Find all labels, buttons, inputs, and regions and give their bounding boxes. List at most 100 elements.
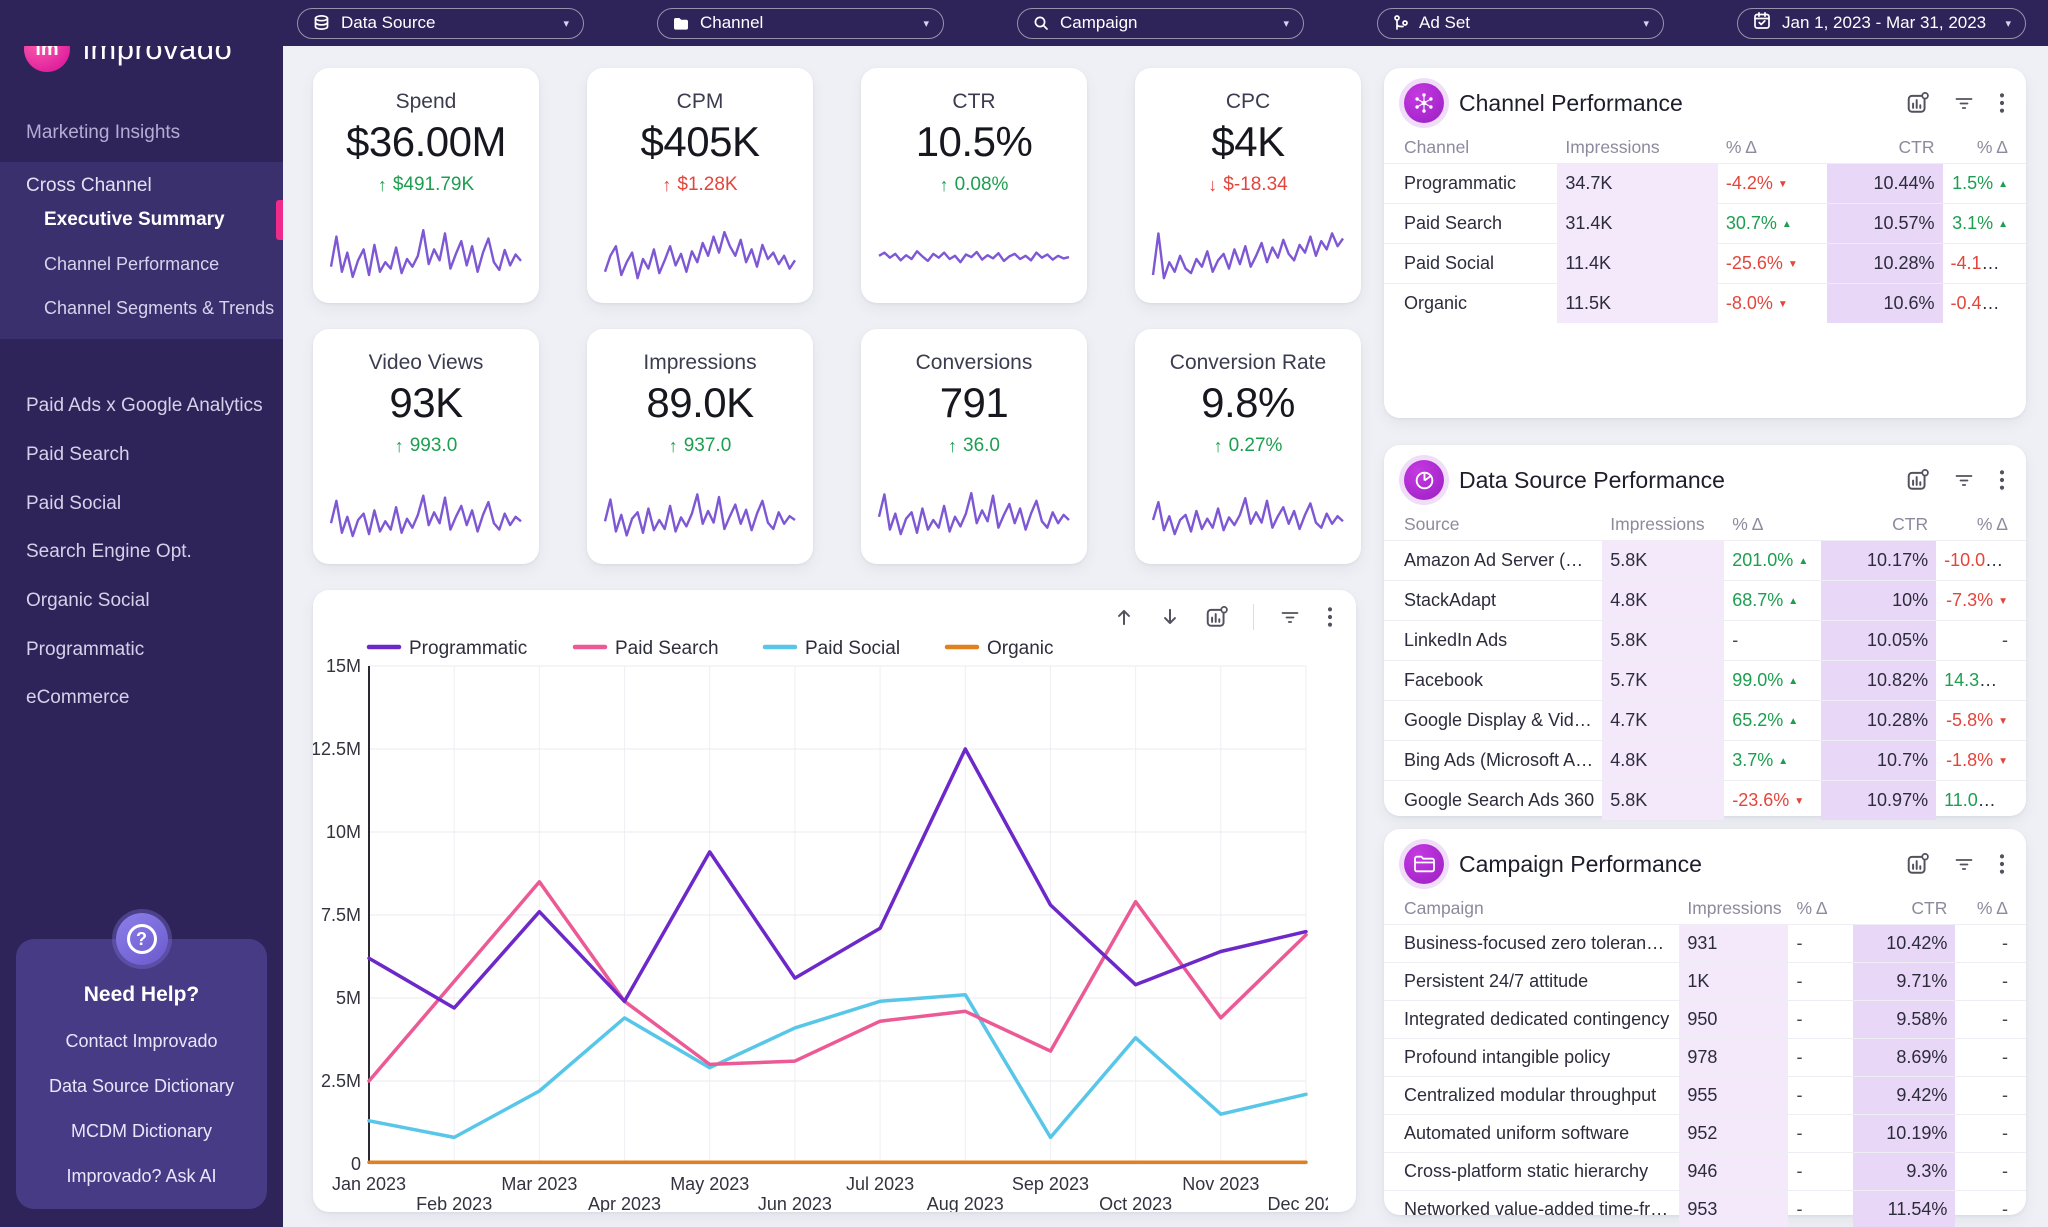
legend-item-programmatic[interactable]: Programmatic <box>369 638 527 659</box>
sidebar-item-paid-ads-x-google-analytics[interactable]: Paid Ads x Google Analytics <box>0 382 283 431</box>
kpi-title: Spend <box>396 90 457 114</box>
row-name: Integrated dedicated contingency <box>1384 1001 1679 1039</box>
filter-icon[interactable] <box>1952 92 1976 114</box>
branch-icon <box>1392 14 1409 32</box>
chart-settings-icon[interactable] <box>1205 605 1229 629</box>
panel-actions <box>1906 852 2006 876</box>
help-link-contact-improvado[interactable]: Contact Improvado <box>26 1031 257 1052</box>
kpi-card-cpc: CPC$4K↓$-18.34 <box>1135 68 1361 303</box>
legend-item-organic[interactable]: Organic <box>947 638 1054 659</box>
impressions-delta-cell: -4.2% ▼ <box>1718 164 1827 204</box>
svg-text:12.5M: 12.5M <box>313 739 361 759</box>
sidebar-item-search-engine-opt-[interactable]: Search Engine Opt. <box>0 528 283 577</box>
arrow-down-icon[interactable] <box>1159 606 1181 628</box>
filter-data-source-dropdown[interactable]: Data Source▾ <box>297 8 584 39</box>
help-title: Need Help? <box>26 983 257 1007</box>
svg-text:Organic: Organic <box>987 638 1054 659</box>
kpi-card-cpm: CPM$405K↑$1.28K <box>587 68 813 303</box>
sidebar-item-ecommerce[interactable]: eCommerce <box>0 674 283 723</box>
filter-icon[interactable] <box>1952 853 1976 875</box>
row-name: Networked value-added time-frame <box>1384 1191 1679 1227</box>
impressions-delta-cell: - <box>1788 1077 1852 1115</box>
table-row[interactable]: Profound intangible policy978-8.69%- <box>1384 1039 2026 1077</box>
kebab-menu-icon[interactable] <box>1998 91 2006 115</box>
impressions-cell: 34.7K <box>1557 164 1718 204</box>
svg-text:Nov 2023: Nov 2023 <box>1182 1174 1259 1194</box>
table-row[interactable]: StackAdapt4.8K68.7% ▲10%-7.3% ▼ <box>1384 581 2026 621</box>
svg-text:7.5M: 7.5M <box>321 905 361 925</box>
ctr-delta-cell: -10.0% ▼ <box>1936 541 2026 581</box>
sidebar-item-programmatic[interactable]: Programmatic <box>0 625 283 674</box>
arrow-up-icon[interactable] <box>1113 606 1135 628</box>
legend-item-paid-social[interactable]: Paid Social <box>765 638 900 659</box>
database-icon <box>312 14 331 32</box>
svg-text:15M: 15M <box>326 656 361 676</box>
chart-settings-icon[interactable] <box>1906 468 1930 492</box>
kpi-sparkline <box>601 480 799 556</box>
kpi-title: Conversions <box>916 351 1033 375</box>
table-row[interactable]: LinkedIn Ads5.8K-10.05%- <box>1384 621 2026 661</box>
table-row[interactable]: Facebook5.7K99.0% ▲10.82%14.3% ▲ <box>1384 661 2026 701</box>
panel-title: Data Source Performance <box>1459 467 1891 494</box>
kpi-delta: ↑0.27% <box>1214 435 1283 457</box>
row-name: Organic <box>1384 284 1557 324</box>
filter-icon[interactable] <box>1278 606 1302 628</box>
ctr-cell: 8.69% <box>1853 1039 1956 1077</box>
filter-channel-dropdown[interactable]: Channel▾ <box>657 8 944 39</box>
row-name: Amazon Ad Server (Sizme... <box>1384 541 1602 581</box>
table-row[interactable]: Cross-platform static hierarchy946-9.3%- <box>1384 1153 2026 1191</box>
impressions-delta-cell: 3.7% ▲ <box>1724 741 1820 781</box>
sidebar-item-channel-segments-trends[interactable]: Channel Segments & Trends <box>0 286 283 330</box>
table-row[interactable]: Paid Social11.4K-25.6% ▼10.28%-4.1% ▼ <box>1384 244 2026 284</box>
chart-settings-icon[interactable] <box>1906 852 1930 876</box>
table-row[interactable]: Business-focused zero tolerance arch...9… <box>1384 925 2026 963</box>
sidebar-item-channel-performance[interactable]: Channel Performance <box>0 242 283 286</box>
campaign-performance-table: CampaignImpressions% ΔCTR% ΔBusiness-foc… <box>1384 893 2026 1227</box>
filter-icon[interactable] <box>1952 469 1976 491</box>
table-row[interactable]: Amazon Ad Server (Sizme...5.8K201.0% ▲10… <box>1384 541 2026 581</box>
svg-text:Apr 2023: Apr 2023 <box>588 1194 661 1212</box>
table-row[interactable]: Google Search Ads 3605.8K-23.6% ▼10.97%1… <box>1384 781 2026 821</box>
date-range-picker[interactable]: Jan 1, 2023 - Mar 31, 2023 ▾ <box>1737 8 2026 39</box>
table-row[interactable]: Bing Ads (Microsoft Advert...4.8K3.7% ▲1… <box>1384 741 2026 781</box>
panel-actions <box>1906 468 2006 492</box>
sidebar-item-cross-channel[interactable]: Cross Channel <box>0 174 283 198</box>
legend-item-paid-search[interactable]: Paid Search <box>575 638 719 659</box>
table-row[interactable]: Programmatic34.7K-4.2% ▼10.44%1.5% ▲ <box>1384 164 2026 204</box>
table-row[interactable]: Networked value-added time-frame953-11.5… <box>1384 1191 2026 1227</box>
table-row[interactable]: Automated uniform software952-10.19%- <box>1384 1115 2026 1153</box>
help-link-data-source-dictionary[interactable]: Data Source Dictionary <box>26 1076 257 1097</box>
kebab-menu-icon[interactable] <box>1326 605 1334 629</box>
filter-campaign-dropdown[interactable]: Campaign▾ <box>1017 8 1304 39</box>
kpi-sparkline <box>601 219 799 295</box>
impressions-cell: 4.8K <box>1602 581 1724 621</box>
table-row[interactable]: Paid Search31.4K30.7% ▲10.57%3.1% ▲ <box>1384 204 2026 244</box>
help-link-mcdm-dictionary[interactable]: MCDM Dictionary <box>26 1121 257 1142</box>
help-link-improvado-ask-ai[interactable]: Improvado? Ask AI <box>26 1166 257 1187</box>
table-row[interactable]: Centralized modular throughput955-9.42%- <box>1384 1077 2026 1115</box>
help-icon[interactable]: ? <box>116 913 168 965</box>
kebab-menu-icon[interactable] <box>1998 852 2006 876</box>
kpi-delta: ↑0.08% <box>940 174 1009 196</box>
table-row[interactable]: Integrated dedicated contingency950-9.58… <box>1384 1001 2026 1039</box>
sidebar-item-paid-search[interactable]: Paid Search <box>0 431 283 480</box>
impressions-cell: 955 <box>1679 1077 1788 1115</box>
sidebar-item-executive-summary[interactable]: Executive Summary <box>0 198 283 242</box>
sidebar-item-organic-social[interactable]: Organic Social <box>0 577 283 626</box>
impressions-delta-cell: -25.6% ▼ <box>1718 244 1827 284</box>
impressions-cell: 931 <box>1679 925 1788 963</box>
table-row[interactable]: Persistent 24/7 attitude1K-9.71%- <box>1384 963 2026 1001</box>
row-name: Centralized modular throughput <box>1384 1077 1679 1115</box>
svg-text:Paid Social: Paid Social <box>805 638 900 659</box>
filter-ad-set-dropdown[interactable]: Ad Set▾ <box>1377 8 1664 39</box>
table-row[interactable]: Google Display & Video 3604.7K65.2% ▲10.… <box>1384 701 2026 741</box>
chart-settings-icon[interactable] <box>1906 91 1930 115</box>
ctr-delta-cell: -7.3% ▼ <box>1936 581 2026 621</box>
impressions-delta-cell: - <box>1788 963 1852 1001</box>
chevron-down-icon: ▾ <box>1283 17 1289 30</box>
sidebar-nav-list: Paid Ads x Google AnalyticsPaid SearchPa… <box>0 382 283 723</box>
sidebar-item-paid-social[interactable]: Paid Social <box>0 479 283 528</box>
table-row[interactable]: Organic11.5K-8.0% ▼10.6%-0.4% ▼ <box>1384 284 2026 324</box>
kebab-menu-icon[interactable] <box>1998 468 2006 492</box>
row-name: Profound intangible policy <box>1384 1039 1679 1077</box>
